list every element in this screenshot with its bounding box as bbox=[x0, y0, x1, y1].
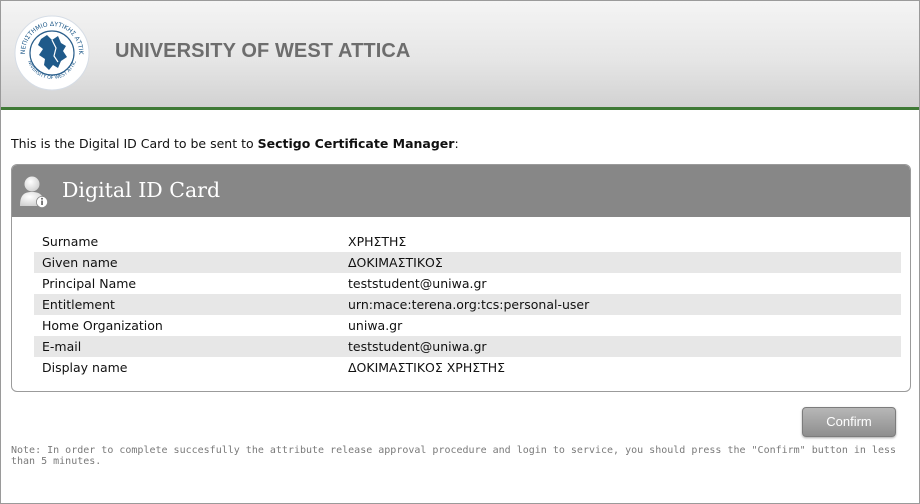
digital-id-card: Digital ID Card Surname ΧΡΗΣΤΗΣ Given na… bbox=[11, 164, 911, 392]
intro-prefix: This is the Digital ID Card to be sent t… bbox=[11, 136, 258, 151]
attribute-value: teststudent@uniwa.gr bbox=[348, 276, 487, 291]
attribute-value: ΧΡΗΣΤΗΣ bbox=[348, 234, 407, 249]
service-name: Sectigo Certificate Manager bbox=[257, 136, 455, 151]
attribute-value: uniwa.gr bbox=[348, 318, 403, 333]
table-row: Display name ΔΟΚΙΜΑΣΤΙΚΟΣ ΧΡΗΣΤΗΣ bbox=[34, 357, 901, 378]
table-row: Given name ΔΟΚΙΜΑΣΤΙΚΟΣ bbox=[34, 252, 901, 273]
table-row: Entitlement urn:mace:terena.org:tcs:pers… bbox=[34, 294, 901, 315]
intro-suffix: : bbox=[454, 136, 459, 151]
attribute-table: Surname ΧΡΗΣΤΗΣ Given name ΔΟΚΙΜΑΣΤΙΚΟΣ … bbox=[34, 231, 901, 378]
table-row: E-mail teststudent@uniwa.gr bbox=[34, 336, 901, 357]
attribute-name: Principal Name bbox=[42, 276, 137, 291]
card-header: Digital ID Card bbox=[12, 165, 910, 217]
attribute-name: Home Organization bbox=[42, 318, 163, 333]
timeout-note: Note: In order to complete succesfully t… bbox=[11, 445, 897, 467]
confirm-button[interactable]: Confirm bbox=[802, 407, 896, 437]
attribute-value: ΔΟΚΙΜΑΣΤΙΚΟΣ ΧΡΗΣΤΗΣ bbox=[348, 360, 506, 375]
attribute-value: teststudent@uniwa.gr bbox=[348, 336, 901, 357]
card-title: Digital ID Card bbox=[62, 178, 221, 202]
attribute-value: ΔΟΚΙΜΑΣΤΙΚΟΣ bbox=[348, 252, 901, 273]
attribute-value: urn:mace:terena.org:tcs:personal-user bbox=[348, 294, 901, 315]
university-seal-logo: ΠΑΝΕΠΙΣΤΗΜΙΟ ΔΥΤΙΚΗΣ ΑΤΤΙΚΗΣ UNIVERSITY … bbox=[14, 15, 90, 91]
university-title: UNIVERSITY OF WEST ATTICA bbox=[115, 40, 411, 62]
attribute-name: Surname bbox=[42, 234, 99, 249]
table-row: Principal Name teststudent@uniwa.gr bbox=[34, 273, 901, 294]
attribute-name: E-mail bbox=[34, 336, 348, 357]
attribute-name: Entitlement bbox=[34, 294, 348, 315]
site-header: ΠΑΝΕΠΙΣΤΗΜΙΟ ΔΥΤΙΚΗΣ ΑΤΤΙΚΗΣ UNIVERSITY … bbox=[1, 1, 919, 110]
user-info-icon bbox=[20, 176, 48, 208]
page-frame: ΠΑΝΕΠΙΣΤΗΜΙΟ ΔΥΤΙΚΗΣ ΑΤΤΙΚΗΣ UNIVERSITY … bbox=[0, 0, 920, 504]
table-row: Surname ΧΡΗΣΤΗΣ bbox=[34, 231, 901, 252]
intro-text: This is the Digital ID Card to be sent t… bbox=[11, 136, 459, 151]
attribute-name: Given name bbox=[34, 252, 348, 273]
table-row: Home Organization uniwa.gr bbox=[34, 315, 901, 336]
attribute-name: Display name bbox=[42, 360, 128, 375]
